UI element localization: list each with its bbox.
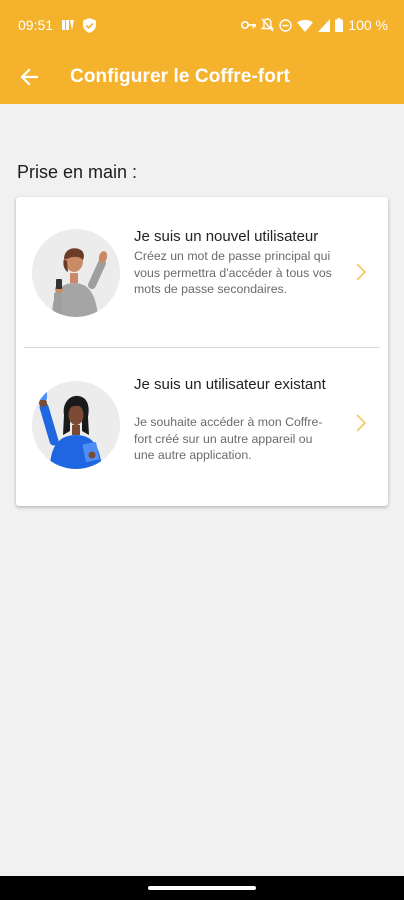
option-title: Je suis un utilisateur existant: [134, 376, 326, 393]
new-user-option[interactable]: Je suis un nouvel utilisateur Créez un m…: [16, 197, 388, 347]
battery-level: 100 %: [348, 17, 388, 33]
home-gesture-handle[interactable]: [148, 886, 256, 890]
signal-icon: [318, 18, 331, 32]
person-with-phone-icon: [32, 381, 120, 469]
option-title: Je suis un nouvel utilisateur: [134, 228, 319, 245]
page-title: Configurer le Coffre-fort: [70, 66, 290, 87]
arrow-back-icon: [20, 68, 38, 86]
chevron-right-icon: [356, 263, 367, 281]
person-waving-icon: [32, 229, 120, 317]
app-bar: Configurer le Coffre-fort: [0, 50, 404, 104]
shield-icon: [83, 17, 97, 33]
battery-icon: [335, 18, 344, 32]
option-description: Créez un mot de passe principal qui vous…: [134, 249, 332, 296]
dnd-icon: [279, 18, 292, 32]
options-card: Je suis un nouvel utilisateur Créez un m…: [16, 197, 388, 506]
back-button[interactable]: [0, 50, 56, 104]
status-time: 09:51: [18, 17, 54, 33]
notification-icon: [61, 18, 75, 32]
option-description: Je souhaite accéder à mon Coffre-fort cr…: [134, 415, 323, 462]
wifi-icon: [297, 19, 314, 32]
section-label: Prise en main :: [17, 162, 138, 182]
existing-user-option[interactable]: Je suis un utilisateur existant Je souha…: [16, 348, 388, 506]
key-icon: [241, 20, 257, 30]
navigation-bar: [0, 876, 404, 900]
status-bar: 09:51 100 %: [0, 0, 404, 50]
mute-icon: [261, 18, 275, 32]
chevron-right-icon: [356, 414, 367, 432]
